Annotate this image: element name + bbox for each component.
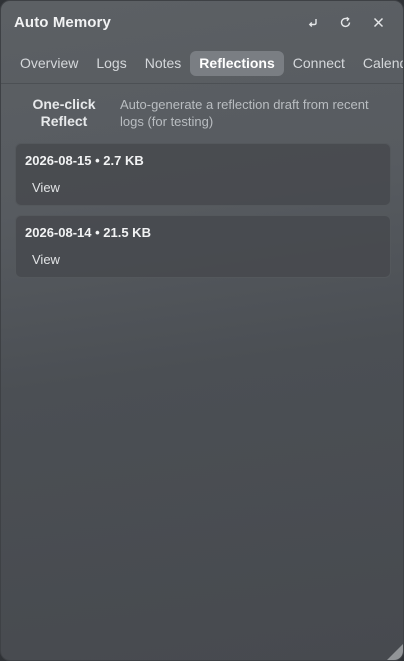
auto-memory-window: Auto Memory Overview Logs Notes Reflecti…	[0, 0, 404, 661]
tab-connect[interactable]: Connect	[284, 51, 354, 76]
reflect-description-line1: Auto-generate a reflection draft from re…	[120, 97, 369, 112]
reflect-description-line2: logs (for testing)	[120, 114, 214, 129]
close-button[interactable]	[368, 12, 389, 33]
view-button[interactable]: View	[32, 252, 60, 267]
reflect-row: One-click Reflect Auto-generate a reflec…	[19, 96, 393, 136]
reflect-button-line2: Reflect	[40, 113, 88, 129]
reflection-title: 2026-08-15 • 2.7 KB	[25, 153, 144, 168]
tab-logs[interactable]: Logs	[87, 51, 135, 76]
tab-divider	[1, 83, 403, 84]
tab-notes[interactable]: Notes	[136, 51, 191, 76]
view-button[interactable]: View	[32, 180, 60, 195]
tab-overview[interactable]: Overview	[11, 51, 87, 76]
refresh-button[interactable]	[335, 12, 356, 33]
resize-handle-icon[interactable]	[381, 638, 403, 660]
close-icon	[373, 17, 384, 28]
return-icon	[308, 18, 317, 27]
title-actions	[302, 12, 389, 33]
tab-calendar[interactable]: Calendar	[354, 51, 403, 76]
window-title: Auto Memory	[14, 13, 111, 31]
tab-bar: Overview Logs Notes Reflections Connect …	[1, 50, 403, 77]
return-button[interactable]	[302, 12, 323, 33]
one-click-reflect-button[interactable]: One-click Reflect	[19, 96, 109, 130]
reflect-description: Auto-generate a reflection draft from re…	[120, 96, 390, 130]
reflection-title: 2026-08-14 • 21.5 KB	[25, 225, 151, 240]
reflection-card: 2026-08-14 • 21.5 KB View	[15, 215, 391, 278]
reflection-card: 2026-08-15 • 2.7 KB View	[15, 143, 391, 206]
refresh-icon	[340, 16, 351, 28]
reflect-button-line1: One-click	[32, 96, 96, 112]
title-bar: Auto Memory	[1, 1, 403, 43]
tab-reflections[interactable]: Reflections	[190, 51, 284, 76]
